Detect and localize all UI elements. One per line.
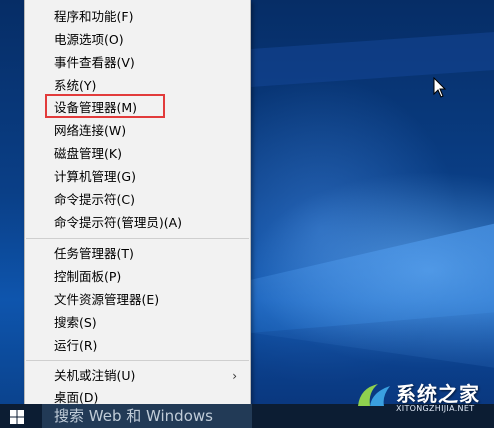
windows-logo-icon[interactable] (10, 410, 24, 424)
chevron-right-icon: › (232, 369, 237, 383)
menu-item-control-panel[interactable]: 控制面板(P) (26, 266, 249, 288)
watermark-logo-icon (358, 384, 390, 406)
menu-item-event-viewer[interactable]: 事件查看器(V) (26, 52, 249, 74)
winx-context-menu: 程序和功能(F) 电源选项(O) 事件查看器(V) 系统(Y) 设备管理器(M)… (24, 0, 251, 413)
menu-item-file-explorer[interactable]: 文件资源管理器(E) (26, 289, 249, 311)
menu-item-programs-features[interactable]: 程序和功能(F) (26, 6, 249, 28)
menu-item-task-manager[interactable]: 任务管理器(T) (26, 243, 249, 265)
mouse-pointer-icon (433, 77, 447, 98)
menu-separator (26, 238, 249, 239)
menu-item-command-prompt-admin[interactable]: 命令提示符(管理员)(A) (26, 212, 249, 234)
watermark-url: XITONGZHIJIA.NET (396, 404, 475, 413)
menu-item-network-connections[interactable]: 网络连接(W) (26, 120, 249, 142)
menu-item-power-options[interactable]: 电源选项(O) (26, 29, 249, 51)
menu-item-shutdown-signout[interactable]: 关机或注销(U) › (26, 365, 249, 387)
wallpaper-light-beam (250, 30, 494, 88)
device-manager-highlight-box (45, 94, 165, 118)
menu-item-run[interactable]: 运行(R) (26, 335, 249, 357)
site-watermark: 系统之家 XITONGZHIJIA.NET (356, 378, 494, 420)
menu-item-disk-management[interactable]: 磁盘管理(K) (26, 143, 249, 165)
menu-separator (26, 360, 249, 361)
menu-item-computer-management[interactable]: 计算机管理(G) (26, 166, 249, 188)
menu-item-command-prompt[interactable]: 命令提示符(C) (26, 189, 249, 211)
taskbar-search-box[interactable]: 搜索 Web 和 Windows (42, 404, 252, 428)
menu-item-search[interactable]: 搜索(S) (26, 312, 249, 334)
watermark-title: 系统之家 (396, 382, 480, 406)
menu-item-label: 关机或注销(U) (54, 368, 136, 383)
